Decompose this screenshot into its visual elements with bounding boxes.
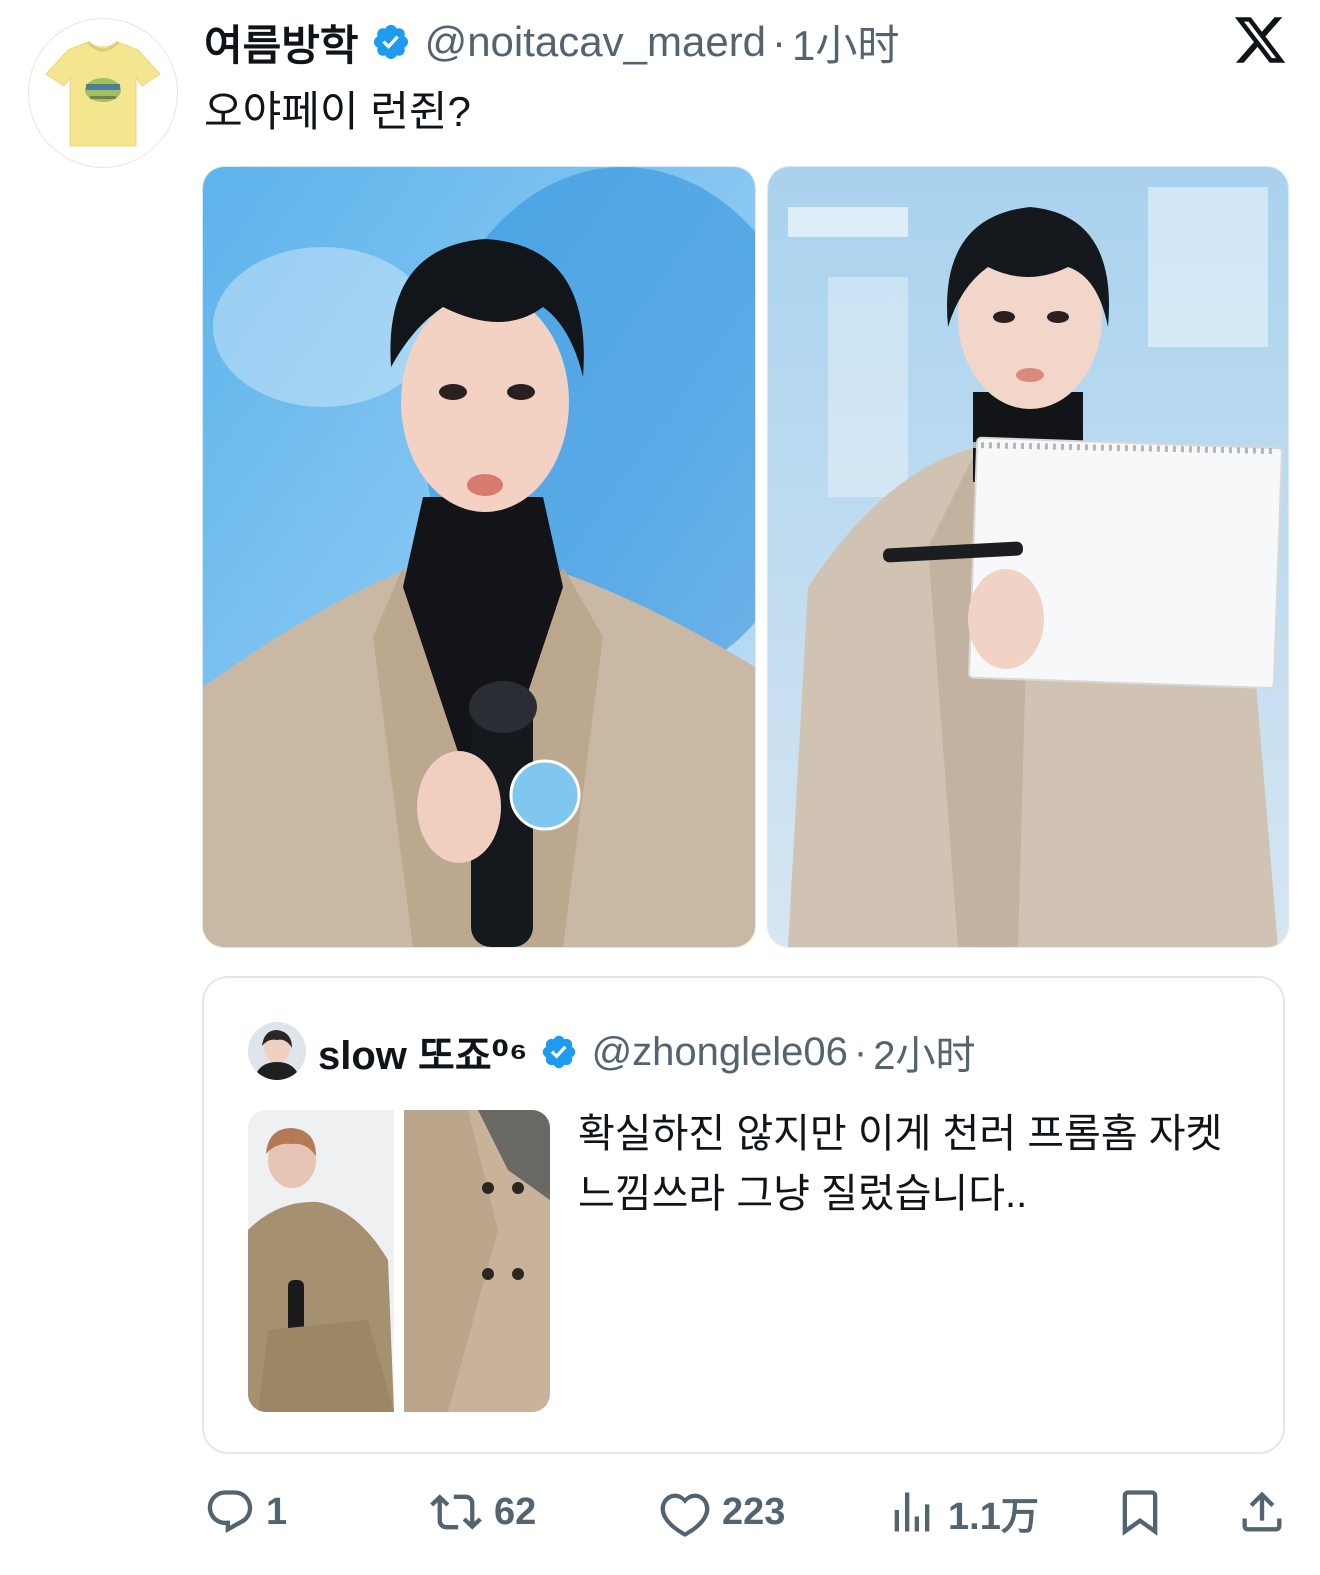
tshirt-avatar-image (45, 40, 161, 147)
reply-icon (207, 1490, 253, 1534)
views-icon (894, 1492, 930, 1532)
repost-button[interactable]: 62 (428, 1482, 536, 1542)
bookmark-icon (1122, 1490, 1158, 1536)
quoted-post-photo[interactable] (248, 1110, 550, 1412)
separator-dot: · (772, 18, 787, 65)
like-button[interactable]: 223 (658, 1482, 785, 1542)
separator-dot: · (853, 1029, 868, 1074)
verified-badge-icon (540, 1033, 578, 1071)
photo-jacket-comparison (248, 1110, 550, 1412)
post-photo-1[interactable] (202, 166, 756, 948)
bookmark-button[interactable] (1114, 1482, 1166, 1542)
quoted-author-avatar[interactable] (248, 1022, 306, 1080)
quoted-handle[interactable]: @zhonglele06 (592, 1030, 848, 1075)
author-handle[interactable]: @noitacav_maerd (425, 18, 766, 66)
quoted-display-name[interactable]: slow 또죠⁰⁶ (318, 1023, 528, 1081)
post-photo-2[interactable] (767, 166, 1289, 948)
verified-badge-icon (371, 22, 411, 62)
author-avatar[interactable] (28, 18, 178, 168)
quoted-post-time[interactable]: 2小时 (873, 1023, 975, 1081)
post-time[interactable]: 1小时 (792, 12, 899, 73)
like-icon (660, 1493, 710, 1537)
quoted-post-text: 확실하진 않지만 이게 천러 프롬홈 자켓 느낌쓰라 그냥 질렀습니다.. (578, 1112, 1223, 1216)
photo-person-microphone (203, 167, 755, 947)
author-display-name[interactable]: 여름방학 (204, 12, 359, 73)
post-text: 오야페이 런쥔? (204, 88, 471, 135)
views-button[interactable]: 1.1万 (886, 1482, 1039, 1542)
post-header: 여름방학 @noitacav_maerd · 1小时 (204, 14, 899, 70)
action-bar: 1 62 223 1.1万 (0, 1482, 1320, 1542)
reply-count: 1 (266, 1490, 288, 1533)
views-count: 1.1万 (948, 1495, 1039, 1538)
reply-button[interactable]: 1 (204, 1482, 287, 1542)
repost-icon (430, 1494, 482, 1530)
share-icon (1242, 1491, 1282, 1532)
share-button[interactable] (1236, 1482, 1288, 1542)
repost-count: 62 (494, 1490, 537, 1533)
x-logo-icon[interactable] (1232, 12, 1288, 68)
quoted-post[interactable]: slow 또죠⁰⁶ @zhonglele06 · 2小时 확실하진 않지만 이게… (202, 976, 1285, 1454)
like-count: 223 (722, 1490, 786, 1533)
quoted-post-header: slow 또죠⁰⁶ @zhonglele06 · 2小时 (318, 1022, 976, 1082)
photo-person-sketchbook (768, 167, 1288, 947)
